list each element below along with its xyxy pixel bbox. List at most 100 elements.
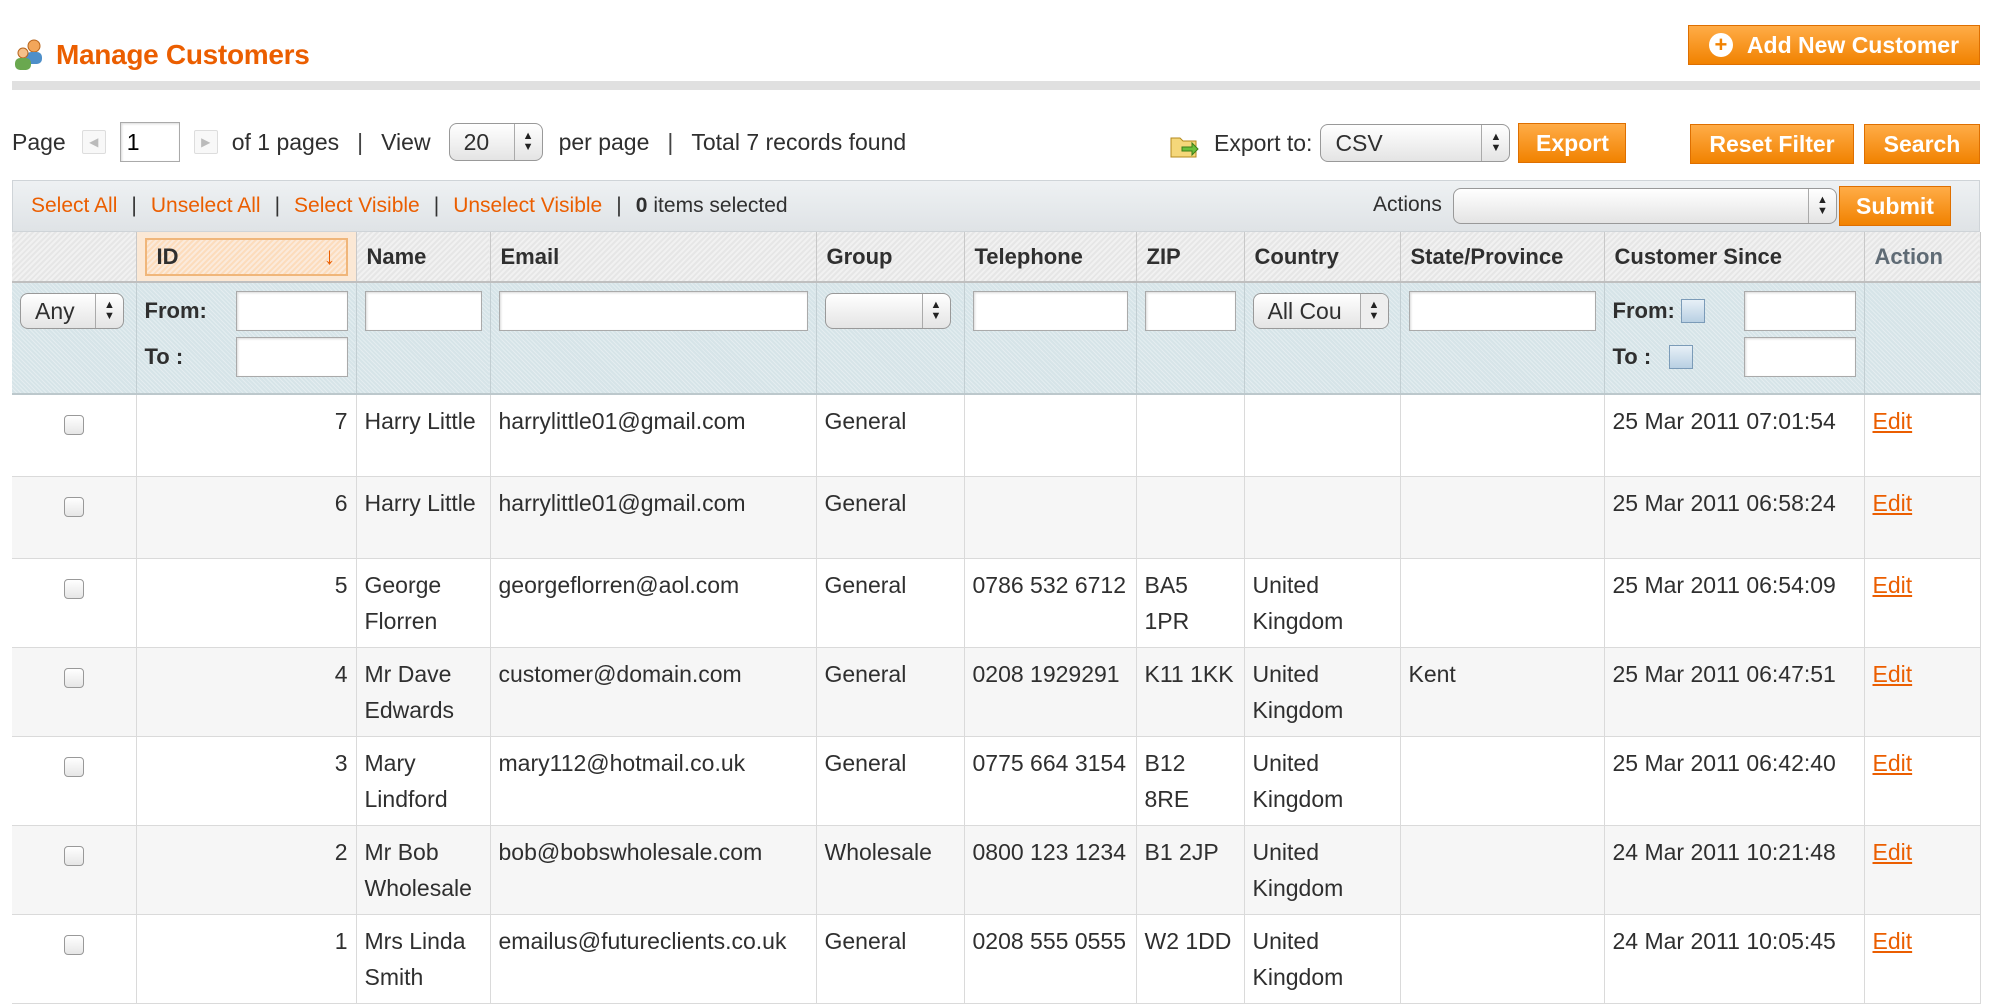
cell-id: 7: [136, 394, 357, 477]
row-checkbox[interactable]: [63, 934, 84, 955]
column-header-email[interactable]: Email: [490, 232, 817, 283]
edit-link[interactable]: Edit: [1873, 572, 1913, 598]
column-header-group[interactable]: Group: [816, 232, 965, 283]
cell-zip: B12 8RE: [1136, 736, 1245, 826]
export-button[interactable]: Export: [1518, 123, 1627, 163]
cell-name: Harry Little: [356, 476, 491, 559]
page-number-input[interactable]: [119, 122, 180, 162]
next-page-icon[interactable]: ▶: [193, 130, 218, 154]
previous-page-icon[interactable]: ◀: [81, 130, 106, 154]
id-from-input[interactable]: [235, 291, 348, 331]
cell-telephone: 0800 123 1234: [964, 825, 1137, 915]
column-header-customer-since[interactable]: Customer Since: [1604, 232, 1865, 283]
table-row[interactable]: 4 Mr Dave Edwards customer@domain.com Ge…: [12, 647, 1981, 737]
state-filter-input[interactable]: [1408, 291, 1596, 331]
per-page-label: per page: [558, 128, 650, 155]
massaction-separator: |: [131, 194, 137, 217]
since-to-label: To :: [1612, 344, 1652, 369]
cell-state: [1400, 914, 1605, 1004]
massaction-separator: |: [433, 194, 440, 217]
per-page-select[interactable]: 20 ▲ ▼: [448, 123, 543, 161]
calendar-icon[interactable]: [1680, 299, 1705, 323]
row-checkbox[interactable]: [63, 496, 84, 517]
group-filter-select[interactable]: ▲ ▼: [824, 293, 951, 329]
table-row[interactable]: 3 Mary Lindford mary112@hotmail.co.uk Ge…: [12, 736, 1981, 826]
unselect-visible-link[interactable]: Unselect Visible: [453, 194, 602, 218]
plus-circle-icon: +: [1708, 33, 1733, 57]
cell-customer-since: 25 Mar 2011 06:47:51: [1604, 647, 1865, 737]
search-button[interactable]: Search: [1864, 124, 1980, 164]
cell-group: General: [816, 558, 965, 648]
column-header-id[interactable]: ID ↓: [136, 232, 357, 283]
cell-email: harrylittle01@gmail.com: [490, 394, 817, 477]
edit-link[interactable]: Edit: [1873, 839, 1913, 865]
page-header: Manage Customers: [12, 28, 1980, 90]
view-label: View: [381, 128, 431, 155]
unselect-all-link[interactable]: Unselect All: [151, 194, 261, 218]
row-checkbox[interactable]: [63, 845, 84, 866]
cell-state: [1400, 558, 1605, 648]
column-header-zip[interactable]: ZIP: [1136, 232, 1245, 283]
edit-link[interactable]: Edit: [1873, 750, 1913, 776]
since-to-input[interactable]: [1743, 337, 1856, 377]
cell-group: General: [816, 394, 965, 477]
massaction-bar: Select All | Unselect All | Select Visib…: [12, 180, 1980, 232]
cell-telephone: 0775 664 3154: [964, 736, 1137, 826]
column-header-telephone[interactable]: Telephone: [964, 232, 1137, 283]
reset-filter-button[interactable]: Reset Filter: [1690, 124, 1854, 164]
cell-name: Mr Dave Edwards: [356, 647, 491, 737]
zip-filter-input[interactable]: [1144, 291, 1236, 331]
edit-link[interactable]: Edit: [1873, 490, 1913, 516]
cell-zip: [1136, 394, 1245, 477]
row-checkbox[interactable]: [63, 756, 84, 777]
since-from-input[interactable]: [1743, 291, 1856, 331]
select-visible-link[interactable]: Select Visible: [294, 194, 420, 218]
cell-country: United Kingdom: [1244, 736, 1401, 826]
massaction-filter-select[interactable]: Any ▲ ▼: [20, 293, 124, 329]
row-checkbox[interactable]: [63, 415, 84, 435]
edit-link[interactable]: Edit: [1873, 408, 1913, 434]
cell-zip: W2 1DD: [1136, 914, 1245, 1004]
column-header-country[interactable]: Country: [1244, 232, 1401, 283]
table-row[interactable]: 1 Mrs Linda Smith emailus@futureclients.…: [12, 914, 1981, 1004]
submit-button[interactable]: Submit: [1839, 186, 1951, 226]
select-all-link[interactable]: Select All: [31, 194, 117, 218]
cell-name: Mary Lindford: [356, 736, 491, 826]
cell-email: bob@bobswholesale.com: [490, 825, 817, 915]
pager: Page ◀ ▶ of 1 pages | View 20 ▲▼ per pag…: [12, 122, 906, 162]
country-filter-select[interactable]: All Cou ▲ ▼: [1252, 293, 1389, 329]
cell-name: Harry Little: [356, 394, 491, 477]
table-row[interactable]: 7 Harry Little harrylittle01@gmail.com G…: [12, 394, 1981, 477]
name-filter-input[interactable]: [364, 291, 482, 331]
edit-link[interactable]: Edit: [1873, 928, 1913, 954]
cell-state: [1400, 394, 1605, 477]
email-filter-input[interactable]: [498, 291, 808, 331]
cell-customer-since: 25 Mar 2011 07:01:54: [1604, 394, 1865, 477]
edit-link[interactable]: Edit: [1873, 661, 1913, 687]
cell-customer-since: 25 Mar 2011 06:58:24: [1604, 476, 1865, 559]
column-header-state[interactable]: State/Province: [1400, 232, 1605, 283]
telephone-filter-input[interactable]: [972, 291, 1128, 331]
cell-country: [1244, 476, 1401, 559]
row-checkbox[interactable]: [63, 578, 84, 599]
calendar-icon[interactable]: [1669, 345, 1694, 369]
header-divider: [12, 81, 1980, 90]
cell-email: emailus@futureclients.co.uk: [490, 914, 817, 1004]
row-checkbox[interactable]: [63, 667, 84, 688]
id-to-input[interactable]: [235, 337, 348, 377]
add-new-customer-button[interactable]: + Add New Customer: [1688, 25, 1980, 65]
cell-id: 5: [136, 558, 357, 648]
export-format-select[interactable]: CSV ▲ ▼: [1320, 124, 1511, 162]
table-row[interactable]: 6 Harry Little harrylittle01@gmail.com G…: [12, 476, 1981, 559]
column-header-id-label: ID: [156, 243, 179, 269]
table-row[interactable]: 2 Mr Bob Wholesale bob@bobswholesale.com…: [12, 825, 1981, 915]
pager-separator: |: [667, 128, 674, 155]
cell-email: mary112@hotmail.co.uk: [490, 736, 817, 826]
select-arrows-icon: ▲ ▼: [95, 294, 123, 328]
table-row[interactable]: 5 George Florren georgeflorren@aol.com G…: [12, 558, 1981, 648]
column-header-name[interactable]: Name: [356, 232, 491, 283]
cell-group: General: [816, 476, 965, 559]
cell-email: customer@domain.com: [490, 647, 817, 737]
cell-email: harrylittle01@gmail.com: [490, 476, 817, 559]
actions-select[interactable]: ▲ ▼: [1453, 188, 1837, 224]
